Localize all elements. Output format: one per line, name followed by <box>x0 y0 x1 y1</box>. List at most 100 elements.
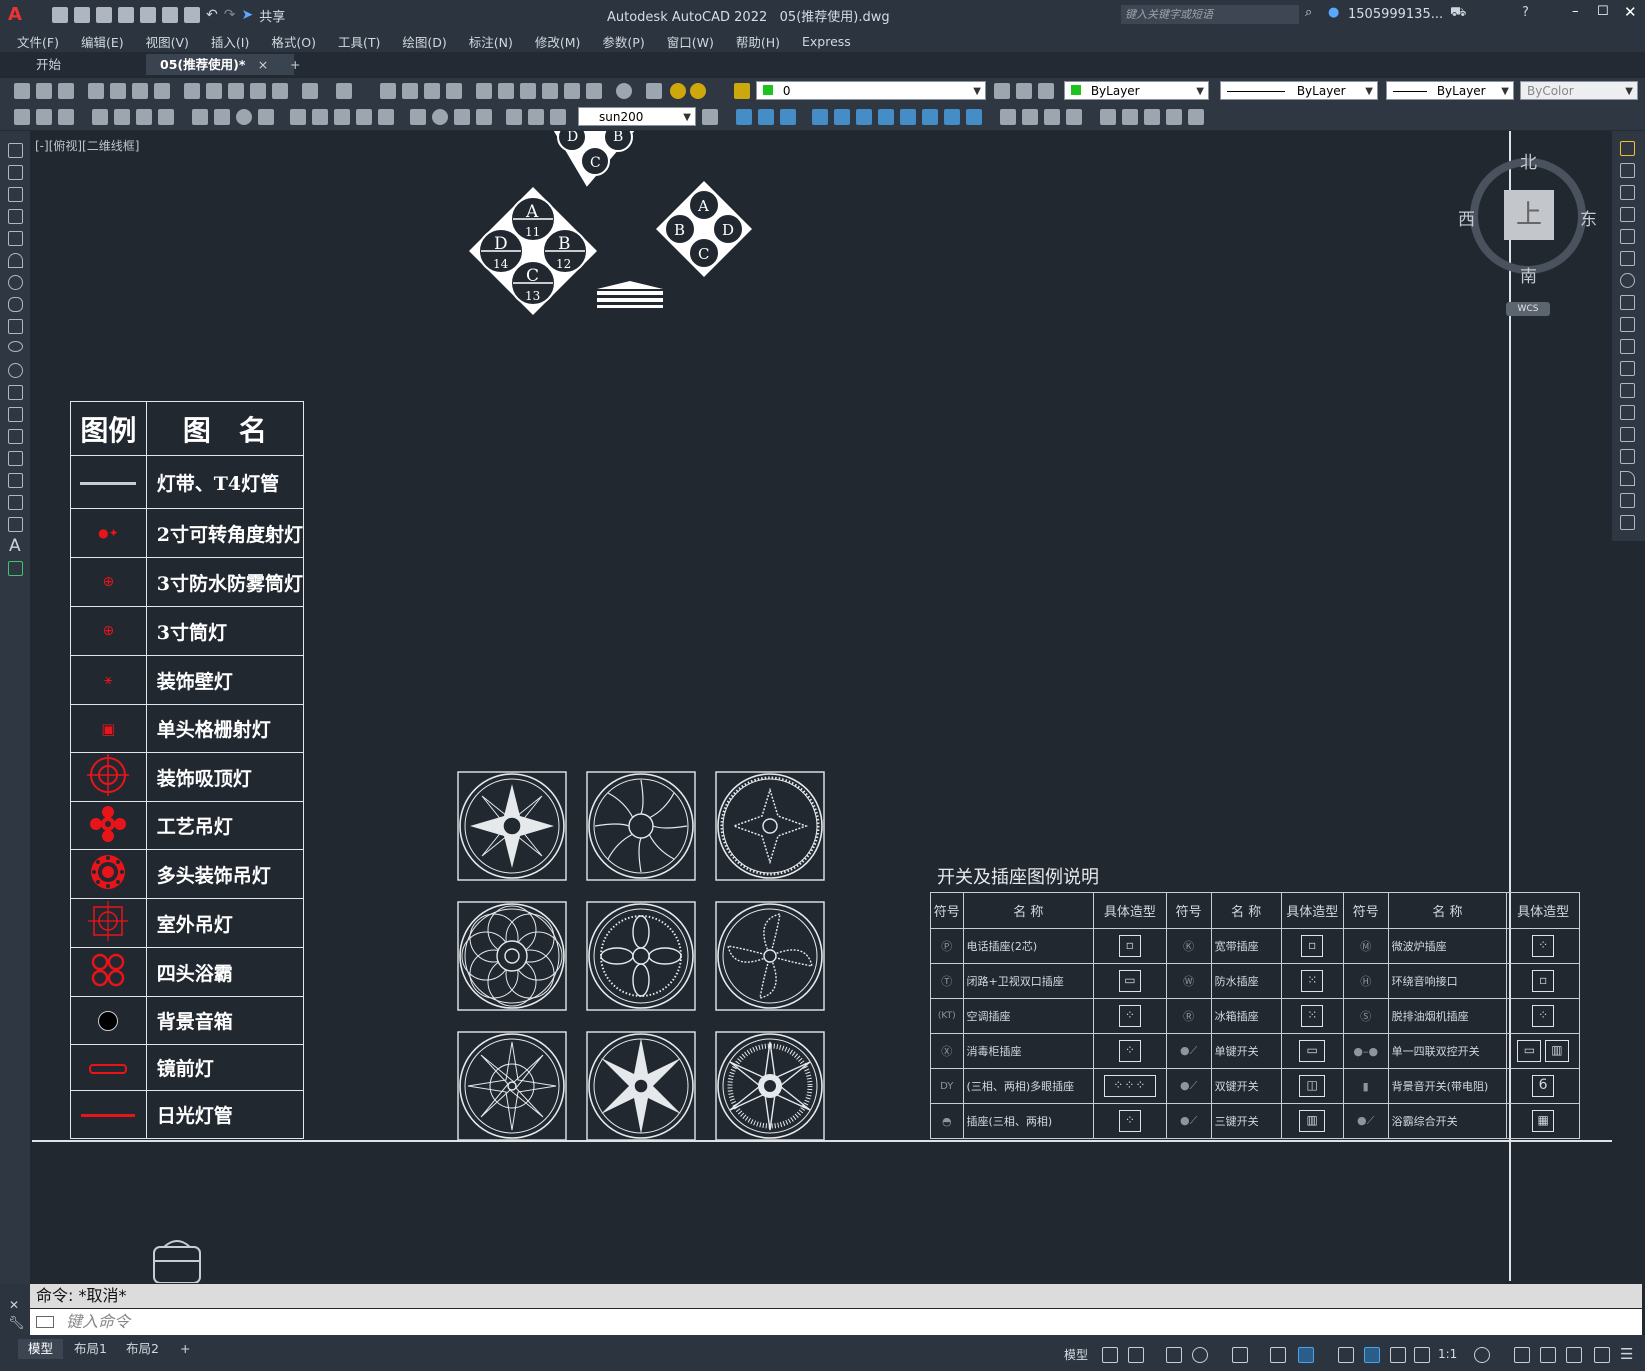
units-icon[interactable] <box>1540 1347 1556 1363</box>
paste-icon[interactable] <box>228 83 244 99</box>
model-space-button[interactable]: 模型 <box>1064 1346 1088 1363</box>
customize-wrench-icon[interactable]: 🔧︎ <box>8 1316 25 1331</box>
auto-scale-icon[interactable] <box>1390 1347 1406 1363</box>
trim-icon[interactable] <box>1620 339 1635 354</box>
visual-style-icon[interactable] <box>1000 109 1016 125</box>
orbit-icon[interactable] <box>1166 109 1182 125</box>
open-web-icon[interactable] <box>140 7 156 23</box>
make-block-left-icon[interactable] <box>8 407 23 422</box>
properties-icon[interactable] <box>476 83 492 99</box>
block-editor-icon[interactable] <box>272 83 288 99</box>
zoom-previous-icon[interactable] <box>446 83 462 99</box>
markup-icon[interactable] <box>564 83 580 99</box>
wblock-icon[interactable] <box>58 109 74 125</box>
redo-tool-icon[interactable] <box>336 83 352 99</box>
open-file-icon[interactable] <box>74 7 90 23</box>
redo-icon[interactable]: ↷ <box>224 7 236 23</box>
inspect-icon[interactable] <box>454 109 470 125</box>
annotation-monitor-icon[interactable] <box>1514 1347 1530 1363</box>
design-center-icon[interactable] <box>498 83 514 99</box>
cart-icon[interactable]: ⛟ <box>1450 5 1466 22</box>
materials-icon[interactable] <box>1044 109 1060 125</box>
ellipse-icon[interactable] <box>8 341 23 352</box>
offset-icon[interactable] <box>1620 207 1635 222</box>
arc-icon[interactable] <box>8 253 23 268</box>
ellipse-arc-icon[interactable] <box>8 363 23 378</box>
compass-north[interactable]: 北 <box>1520 148 1537 173</box>
snap-mode-icon[interactable] <box>1128 1347 1144 1363</box>
menu-draw[interactable]: 绘图(D) <box>391 32 457 51</box>
zoom-realtime-icon[interactable] <box>402 83 418 99</box>
minimize-icon[interactable]: – <box>1572 4 1579 19</box>
customization-menu-icon[interactable]: ☰ <box>1620 1345 1633 1363</box>
join-icon[interactable] <box>1620 427 1635 442</box>
menu-tools[interactable]: 工具(T) <box>327 32 391 51</box>
tab-layout1[interactable]: 布局1 <box>64 1339 117 1359</box>
tab-start[interactable]: 开始 <box>22 54 75 75</box>
linetype-combo[interactable]: ByLayer ▼ <box>1220 81 1378 100</box>
calculator-icon[interactable] <box>586 83 602 99</box>
camera-icon[interactable] <box>1100 109 1116 125</box>
new-icon[interactable] <box>14 83 30 99</box>
polygon-icon[interactable] <box>8 209 23 224</box>
polyline-icon[interactable] <box>8 187 23 202</box>
table-icon[interactable] <box>8 517 23 532</box>
mtext-icon[interactable]: A <box>9 536 21 556</box>
pan-icon[interactable] <box>380 83 396 99</box>
maximize-icon[interactable]: ☐ <box>1597 4 1609 19</box>
viewport-controls[interactable]: [-][俯视][二维线框] <box>35 137 139 154</box>
blend-curves-icon[interactable] <box>1620 493 1635 508</box>
undo-icon[interactable]: ↶ <box>206 7 218 23</box>
workspace-gear-icon[interactable] <box>1474 1347 1490 1363</box>
lineweight-combo[interactable]: ByLayer ▼ <box>1386 81 1514 100</box>
menu-parametric[interactable]: 参数(P) <box>591 32 655 51</box>
save-icon[interactable] <box>96 7 112 23</box>
extrude-icon[interactable] <box>812 109 828 125</box>
user-icon[interactable]: ● <box>1328 5 1339 20</box>
save-web-icon[interactable] <box>162 7 178 23</box>
section-icon[interactable] <box>900 109 916 125</box>
compass-east[interactable]: 东 <box>1580 205 1597 230</box>
compass-west[interactable]: 西 <box>1458 205 1475 230</box>
point-icon[interactable] <box>8 429 23 444</box>
ortho-icon[interactable] <box>1166 1347 1182 1363</box>
diameter-dim-icon[interactable] <box>236 109 252 125</box>
lights-icon[interactable] <box>1066 109 1082 125</box>
scale-icon[interactable] <box>1620 295 1635 310</box>
insert-block-left-icon[interactable] <box>8 385 23 400</box>
dim-break-icon[interactable] <box>378 109 394 125</box>
menu-insert[interactable]: 插入(I) <box>200 32 260 51</box>
render-icon[interactable] <box>1022 109 1038 125</box>
region-icon[interactable] <box>8 495 23 510</box>
menu-express[interactable]: Express <box>791 34 862 49</box>
menu-view[interactable]: 视图(V) <box>135 32 200 51</box>
extend-icon[interactable] <box>1620 361 1635 376</box>
fly-icon[interactable] <box>1144 109 1160 125</box>
menu-help[interactable]: 帮助(H) <box>725 32 791 51</box>
menu-file[interactable]: 文件(F) <box>6 32 70 51</box>
object-snap-tracking-icon[interactable] <box>1270 1347 1286 1363</box>
tool-palettes-icon[interactable] <box>520 83 536 99</box>
insert-block-icon[interactable] <box>14 109 30 125</box>
command-input[interactable]: 键入命令 <box>30 1309 1642 1335</box>
open-icon[interactable] <box>36 83 52 99</box>
zoom-window-icon[interactable] <box>424 83 440 99</box>
tab-model[interactable]: 模型 <box>18 1339 64 1359</box>
walk-icon[interactable] <box>1122 109 1138 125</box>
erase-icon[interactable] <box>1620 141 1635 156</box>
tab-layout2[interactable]: 布局2 <box>116 1339 169 1359</box>
center-mark-icon[interactable] <box>432 109 448 125</box>
new-tab-button[interactable]: + <box>276 54 314 75</box>
new-file-icon[interactable] <box>52 7 68 23</box>
copy-icon[interactable] <box>206 83 222 99</box>
clean-screen-icon[interactable] <box>1594 1347 1610 1363</box>
search-input[interactable]: 键入关键字或短语 <box>1121 5 1299 24</box>
subtract-icon[interactable] <box>780 109 796 125</box>
jogged-linear-icon[interactable] <box>476 109 492 125</box>
tab-active-drawing[interactable]: 05(推荐使用)* × <box>146 54 294 75</box>
print-icon[interactable] <box>88 83 104 99</box>
menu-dimension[interactable]: 标注(N) <box>458 32 524 51</box>
layer-states-icon[interactable] <box>1038 83 1054 99</box>
revolve-icon[interactable] <box>834 109 850 125</box>
sun-icon[interactable] <box>690 83 706 99</box>
